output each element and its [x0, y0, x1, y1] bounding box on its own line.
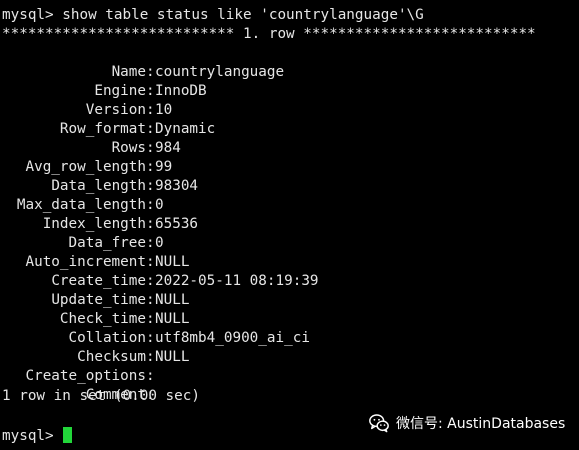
field-row-max-data-length: Max_data_length:0 — [0, 177, 579, 213]
prompt: mysql> — [2, 428, 63, 444]
field-row-rows: Rows:984 — [0, 120, 579, 156]
result-line: 1 row in set (0.00 sec) — [2, 388, 200, 404]
field-row-create-options: Create_options: — [0, 348, 579, 384]
field-row-update-time: Update_time: NULL — [0, 272, 579, 308]
wechat-icon — [369, 414, 389, 433]
field-row-data-free: Data_free:0 — [0, 215, 579, 251]
command-line: mysql> show table status like 'countryla… — [2, 7, 424, 23]
prompt-line[interactable]: mysql> — [2, 427, 73, 446]
field-row-version: Version:10 — [0, 82, 579, 118]
terminal-window[interactable]: mysql> show table status like 'countryla… — [0, 0, 579, 450]
watermark-text: 微信号: AustinDatabases — [396, 416, 566, 432]
field-row-name: Name: countrylanguage — [0, 44, 579, 80]
watermark: 微信号: AustinDatabases — [368, 410, 565, 436]
field-row-auto-increment: Auto_increment: NULL — [0, 234, 579, 270]
field-row-index-length: Index_length:65536 — [0, 196, 579, 232]
field-row-engine: Engine: InnoDB — [0, 63, 579, 99]
field-row-collation: Collation: utf8mb4_0900_ai_ci — [0, 310, 579, 346]
field-row-avg-row-length: Avg_row_length:99 — [0, 139, 579, 175]
field-row-comment: Comment: — [0, 367, 579, 403]
field-row-row-format: Row_format: Dynamic — [0, 101, 579, 137]
text-cursor — [63, 427, 73, 443]
row-header: *************************** 1. row *****… — [2, 26, 536, 42]
field-row-checksum: Checksum: NULL — [0, 329, 579, 365]
field-row-check-time: Check_time: NULL — [0, 291, 579, 327]
field-row-data-length: Data_length:98304 — [0, 158, 579, 194]
field-row-create-time: Create_time:2022-05-11 08:19:39 — [0, 253, 579, 289]
